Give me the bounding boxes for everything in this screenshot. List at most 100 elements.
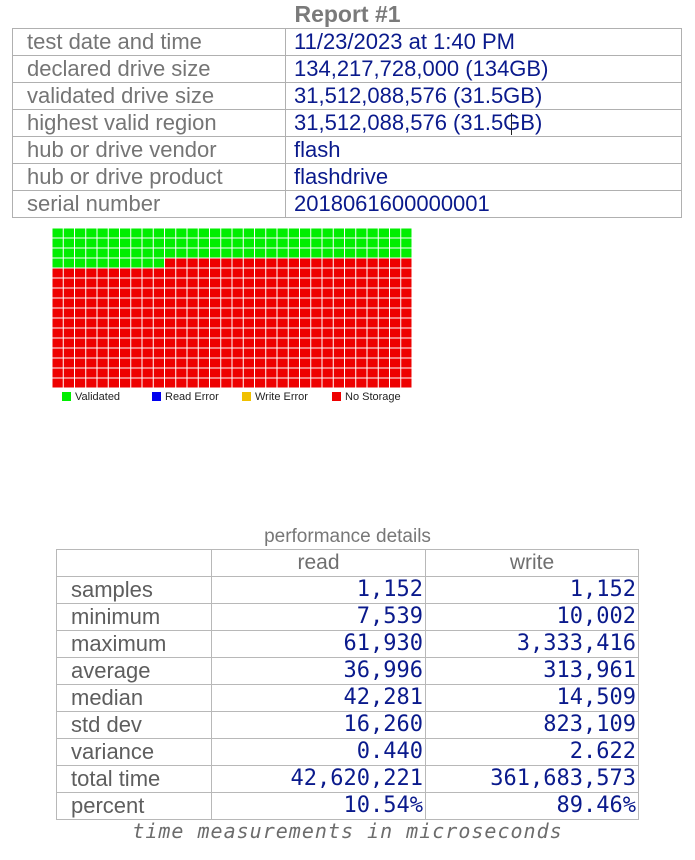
no-storage-cell bbox=[367, 268, 378, 278]
no-storage-cell bbox=[108, 298, 119, 308]
no-storage-cell bbox=[232, 288, 243, 298]
no-storage-cell bbox=[52, 358, 63, 368]
no-storage-cell bbox=[142, 318, 153, 328]
no-storage-cell bbox=[153, 288, 164, 298]
no-storage-cell bbox=[153, 368, 164, 378]
no-storage-cell bbox=[356, 298, 367, 308]
no-storage-cell bbox=[187, 288, 198, 298]
column-header-write: write bbox=[425, 549, 639, 577]
no-storage-cell bbox=[390, 298, 401, 308]
no-storage-cell bbox=[367, 348, 378, 358]
validated-cell bbox=[86, 258, 97, 268]
validated-cell bbox=[63, 248, 74, 258]
no-storage-cell bbox=[288, 328, 299, 338]
no-storage-cell bbox=[120, 348, 131, 358]
validated-cell bbox=[120, 238, 131, 248]
no-storage-cell bbox=[300, 268, 311, 278]
no-storage-cell bbox=[255, 378, 266, 388]
no-storage-cell bbox=[108, 378, 119, 388]
no-storage-cell bbox=[63, 268, 74, 278]
no-storage-cell bbox=[52, 378, 63, 388]
no-storage-cell bbox=[221, 378, 232, 388]
no-storage-cell bbox=[142, 368, 153, 378]
legend-label: Write Error bbox=[255, 391, 308, 403]
no-storage-cell bbox=[345, 338, 356, 348]
units-footnote: time measurements in microseconds bbox=[132, 819, 563, 843]
no-storage-cell bbox=[243, 318, 254, 328]
no-storage-cell bbox=[277, 308, 288, 318]
info-label: test date and time bbox=[12, 28, 286, 56]
no-storage-cell bbox=[52, 318, 63, 328]
validated-cell bbox=[367, 238, 378, 248]
no-storage-cell bbox=[176, 338, 187, 348]
no-storage-cell bbox=[367, 328, 378, 338]
read-value: 42,281 bbox=[211, 684, 426, 712]
no-storage-cell bbox=[345, 368, 356, 378]
column-header-read: read bbox=[211, 549, 426, 577]
no-storage-cell bbox=[300, 378, 311, 388]
no-storage-cell bbox=[75, 278, 86, 288]
validated-cell bbox=[266, 248, 277, 258]
no-storage-cell bbox=[255, 338, 266, 348]
no-storage-cell bbox=[165, 368, 176, 378]
no-storage-cell bbox=[198, 348, 209, 358]
no-storage-cell bbox=[300, 328, 311, 338]
perf-row: samples 1,152 1,152 bbox=[56, 576, 639, 604]
no-storage-cell bbox=[198, 308, 209, 318]
validated-cell bbox=[367, 228, 378, 238]
no-storage-cell bbox=[86, 348, 97, 358]
no-storage-cell bbox=[97, 358, 108, 368]
no-storage-cell bbox=[288, 258, 299, 268]
info-row-vendor: hub or drive vendor flash bbox=[12, 136, 682, 164]
validated-cell bbox=[266, 238, 277, 248]
no-storage-cell bbox=[153, 378, 164, 388]
no-storage-cell bbox=[266, 278, 277, 288]
validated-cell bbox=[75, 258, 86, 268]
no-storage-cell bbox=[311, 258, 322, 268]
validated-cell bbox=[356, 228, 367, 238]
no-storage-cell bbox=[378, 358, 389, 368]
no-storage-cell bbox=[86, 338, 97, 348]
no-storage-cell bbox=[401, 378, 412, 388]
no-storage-cell bbox=[210, 338, 221, 348]
no-storage-cell bbox=[221, 368, 232, 378]
info-row-declared-size: declared drive size 134,217,728,000 (134… bbox=[12, 55, 682, 83]
no-storage-cell bbox=[142, 278, 153, 288]
no-storage-cell bbox=[311, 338, 322, 348]
no-storage-cell bbox=[356, 258, 367, 268]
validated-cell bbox=[165, 228, 176, 238]
info-row-highest-valid: highest valid region 31,512,088,576 (31.… bbox=[12, 109, 682, 137]
no-storage-cell bbox=[198, 328, 209, 338]
no-storage-cell bbox=[86, 368, 97, 378]
perf-row-label: std dev bbox=[56, 711, 212, 739]
no-storage-cell bbox=[322, 368, 333, 378]
read-value: 16,260 bbox=[211, 711, 426, 739]
validated-cell bbox=[333, 228, 344, 238]
perf-row: average 36,996 313,961 bbox=[56, 657, 639, 685]
no-storage-cell bbox=[108, 318, 119, 328]
no-storage-cell bbox=[266, 338, 277, 348]
validated-cell bbox=[243, 248, 254, 258]
no-storage-cell bbox=[108, 348, 119, 358]
validated-cell bbox=[86, 248, 97, 258]
no-storage-cell bbox=[378, 298, 389, 308]
no-storage-cell bbox=[378, 318, 389, 328]
no-storage-cell bbox=[300, 288, 311, 298]
no-storage-cell bbox=[165, 308, 176, 318]
no-storage-cell bbox=[187, 368, 198, 378]
no-storage-cell bbox=[243, 348, 254, 358]
no-storage-cell bbox=[322, 288, 333, 298]
no-storage-cell bbox=[378, 338, 389, 348]
no-storage-cell bbox=[63, 298, 74, 308]
validated-cell bbox=[288, 228, 299, 238]
no-storage-cell bbox=[120, 318, 131, 328]
no-storage-cell bbox=[210, 358, 221, 368]
no-storage-cell bbox=[232, 258, 243, 268]
no-storage-cell bbox=[120, 268, 131, 278]
legend-label: Validated bbox=[75, 391, 121, 403]
no-storage-cell bbox=[97, 298, 108, 308]
legend-no-storage: No Storage bbox=[332, 391, 401, 404]
no-storage-cell bbox=[221, 338, 232, 348]
validated-cell bbox=[198, 228, 209, 238]
no-storage-cell bbox=[345, 278, 356, 288]
